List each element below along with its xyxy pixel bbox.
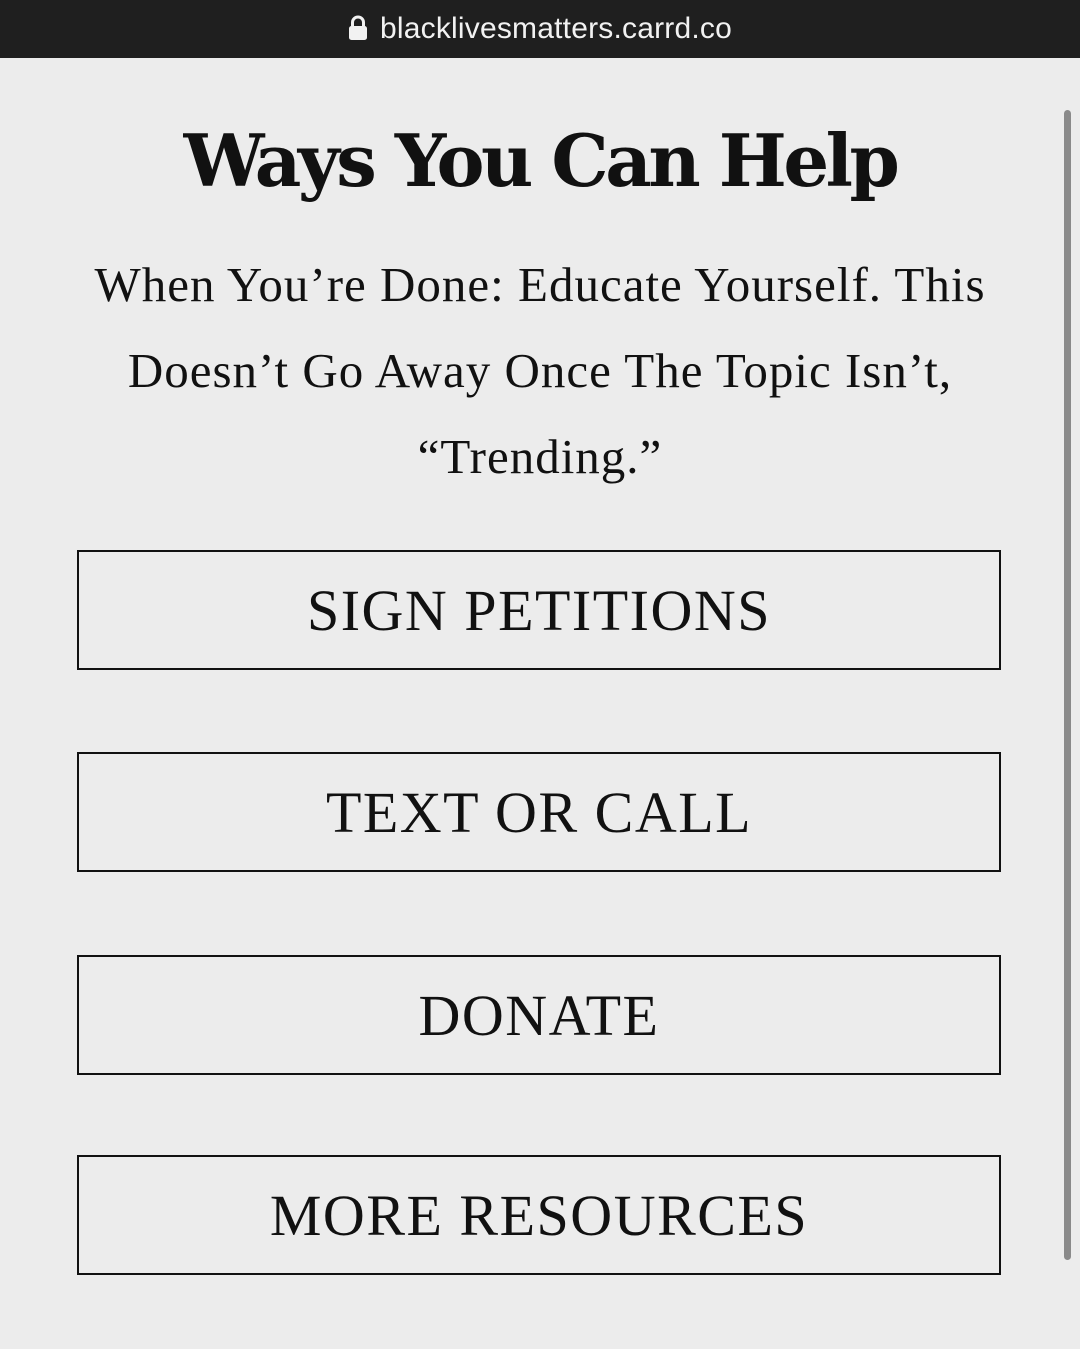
scrollbar[interactable] bbox=[1064, 110, 1071, 1260]
url-text[interactable]: blacklivesmatters.carrd.co bbox=[380, 12, 732, 46]
donate-button[interactable]: DONATE bbox=[77, 955, 1001, 1075]
sign-petitions-button[interactable]: SIGN PETITIONS bbox=[77, 550, 1001, 670]
address-bar[interactable]: blacklivesmatters.carrd.co bbox=[0, 0, 1080, 58]
text-or-call-button[interactable]: TEXT OR CALL bbox=[77, 752, 1001, 872]
more-resources-button[interactable]: MORE RESOURCES bbox=[77, 1155, 1001, 1275]
page-title: Ways You Can Help bbox=[183, 118, 900, 203]
lock-icon bbox=[348, 15, 368, 41]
page-subtitle: When You’re Done: Educate Yourself. This… bbox=[94, 257, 986, 484]
